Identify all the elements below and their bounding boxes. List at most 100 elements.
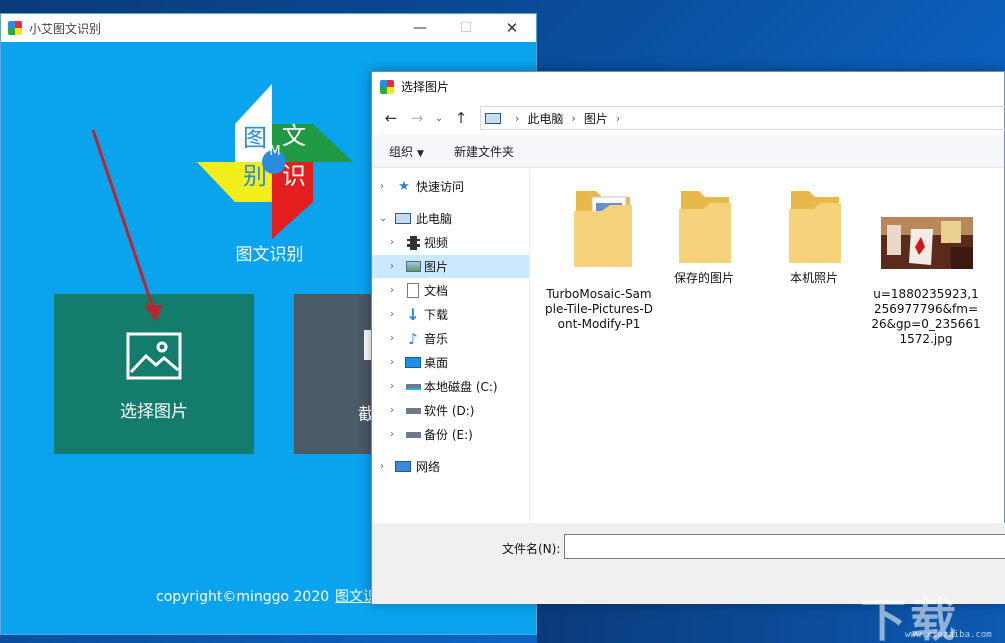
filename-input[interactable] [564,534,1005,559]
file-name: TurboMosaic-Sample-Tile-Pictures-Dont-Mo… [545,287,653,331]
nav-item-drive-d[interactable]: › 软件 (D:) [372,399,529,422]
drive-icon [405,403,421,419]
organize-button[interactable]: 组织 ▼ [389,143,424,160]
chevron-right-icon[interactable]: › [390,405,394,416]
nav-item-quick-access[interactable]: › ★ 快速访问 [372,175,529,198]
nav-label: 软件 (D:) [424,404,475,418]
network-icon [395,459,411,475]
up-button[interactable]: ↑ [448,109,474,127]
chevron-right-icon[interactable]: › [390,357,394,368]
file-name: 保存的图片 [673,271,734,285]
file-name: 本机照片 [789,271,838,285]
breadcrumb-pictures[interactable]: 图片 [584,110,608,127]
download-icon: ↓ [406,305,420,324]
chevron-right-icon[interactable]: › [390,261,394,272]
select-image-label: 选择图片 [120,402,188,422]
caret-down-icon: ▼ [417,148,424,159]
nav-label: 音乐 [424,332,449,346]
chevron-right-icon[interactable]: › [390,333,394,344]
dialog-panes: › ★ 快速访问 ⌄ 此电脑 › 视频 › 图片 › 文档 › ↓ 下载 › ♪… [372,169,1005,523]
chevron-right-icon[interactable]: › [390,285,394,296]
back-button[interactable]: ← [378,109,404,127]
nav-item-music[interactable]: › ♪ 音乐 [372,327,529,350]
address-bar[interactable]: › 此电脑 › 图片 › [480,106,1005,130]
nav-item-downloads[interactable]: › ↓ 下载 [372,303,529,326]
minimize-button[interactable]: — [397,14,443,42]
app-logo-icon [8,21,22,35]
app-footer: copyright©minggo 2020 图文识 [156,586,377,606]
nav-label: 视频 [424,236,449,250]
nav-item-this-pc[interactable]: ⌄ 此电脑 [372,207,529,230]
organize-label: 组织 [389,144,414,159]
chevron-right-icon[interactable]: › [390,381,394,392]
file-item-folder[interactable]: TurboMosaic-Sample-Tile-Pictures-Dont-Mo… [544,187,654,347]
screenshot-label: 截 [358,405,372,425]
breadcrumb-separator: › [515,111,520,125]
nav-item-documents[interactable]: › 文档 [372,279,529,302]
pictures-icon [405,259,421,275]
dialog-app-icon [380,79,394,94]
nav-label: 本地磁盘 (C:) [424,380,498,394]
image-thumbnail [881,217,973,269]
drive-icon [405,427,421,443]
nav-label: 网络 [416,460,441,474]
nav-label: 快速访问 [416,180,465,194]
screenshot-button[interactable]: 截 [294,294,372,454]
nav-item-drive-c[interactable]: › 本地磁盘 (C:) [372,375,529,398]
chevron-right-icon[interactable]: › [390,429,394,440]
annotation-arrow [91,129,163,322]
nav-item-network[interactable]: › 网络 [372,455,529,478]
nav-label: 备份 (E:) [424,428,473,442]
nav-item-desktop[interactable]: › 桌面 [372,351,529,374]
nav-label: 此电脑 [416,212,453,226]
file-dialog: 选择图片 ← → ⌄ ↑ › 此电脑 › 图片 › 组织 ▼ 新建文件夹 › ★ … [371,71,1005,604]
star-icon: ★ [398,179,410,194]
chevron-right-icon[interactable]: › [390,309,394,320]
computer-icon [395,211,411,227]
dialog-title: 选择图片 [401,80,450,94]
desktop-icon [405,355,421,371]
file-list: TurboMosaic-Sample-Tile-Pictures-Dont-Mo… [531,169,1005,523]
navigation-pane: › ★ 快速访问 ⌄ 此电脑 › 视频 › 图片 › 文档 › ↓ 下载 › ♪… [372,169,530,523]
drive-icon [405,379,421,395]
chevron-right-icon[interactable]: › [390,237,394,248]
dialog-toolbar: 组织 ▼ 新建文件夹 [372,135,1004,168]
watermark-url: www.xiazaiba.com [905,630,992,640]
image-icon [126,332,182,380]
nav-item-videos[interactable]: › 视频 [372,231,529,254]
address-row: ← → ⌄ ↑ › 此电脑 › 图片 › [372,101,1005,135]
video-icon [405,235,421,251]
logo-char-m: M [269,144,281,159]
nav-item-drive-e[interactable]: › 备份 (E:) [372,423,529,446]
chevron-right-icon[interactable]: › [380,181,384,192]
folder-icon [789,191,841,263]
copyright-text: copyright©minggo 2020 [156,589,330,605]
nav-label: 桌面 [424,356,449,370]
forward-button[interactable]: → [404,109,430,127]
chevron-down-icon[interactable]: ⌄ [379,213,387,224]
close-button[interactable]: ✕ [489,14,535,42]
chevron-right-icon[interactable]: › [380,461,384,472]
folder-icon [574,191,632,267]
music-icon: ♪ [408,329,418,348]
file-item-folder[interactable]: 保存的图片 [649,187,759,307]
new-folder-button[interactable]: 新建文件夹 [454,143,514,160]
filename-label: 文件名(N): [502,542,561,556]
dialog-titlebar[interactable]: 选择图片 [372,72,1004,101]
file-item-image[interactable]: u=1880235923,1256977796&fm=26&gp=0_23566… [871,187,981,347]
app-title: 小艾图文识别 [29,21,102,36]
nav-item-pictures[interactable]: › 图片 [372,255,529,278]
maximize-button[interactable]: ☐ [443,14,489,42]
computer-icon [485,112,501,124]
nav-label: 文档 [424,284,449,298]
breadcrumb-this-pc[interactable]: 此电脑 [527,110,563,127]
folder-icon [679,191,731,263]
file-item-folder[interactable]: 本机照片 [759,187,869,307]
document-icon [405,283,421,299]
breadcrumb-separator: › [615,111,621,125]
nav-label: 下载 [424,308,449,322]
app-titlebar[interactable]: 小艾图文识别 — ☐ ✕ [1,14,536,42]
nav-label: 图片 [424,260,449,274]
file-name: u=1880235923,1256977796&fm=26&gp=0_23566… [871,287,981,346]
recent-locations-button[interactable]: ⌄ [430,113,448,124]
